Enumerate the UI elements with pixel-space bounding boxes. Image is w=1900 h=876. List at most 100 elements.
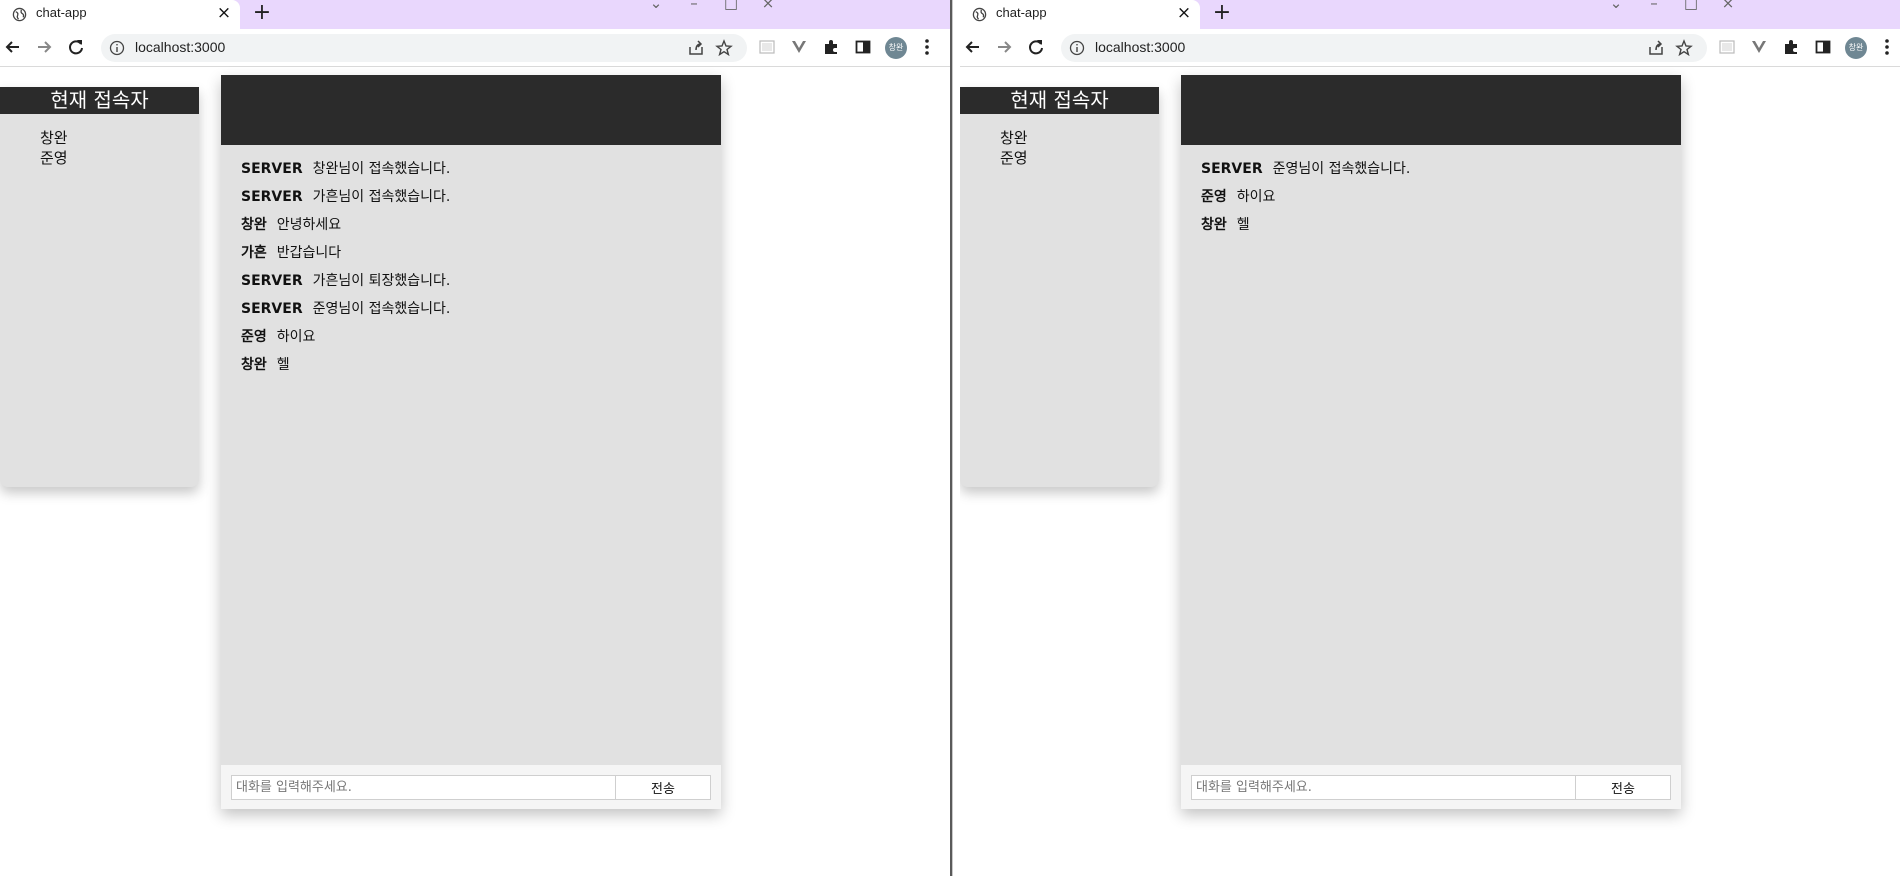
minimize-icon[interactable]: – (684, 0, 704, 12)
chat-panel: SERVER 창완님이 접속했습니다. SERVER 가흔님이 접속했습니다. 창완 안녕… (221, 75, 721, 809)
vue-devtools-icon[interactable] (1750, 38, 1768, 56)
avatar[interactable]: 창완 (1845, 37, 1867, 59)
send-button[interactable]: 전송 (615, 775, 711, 800)
page-content: 현재 접속자 창완 준영 SERVER 창완님이 접속했습니다. SERVER 가흔님이… (0, 67, 950, 876)
star-icon[interactable] (715, 39, 733, 57)
vue-devtools-icon[interactable] (790, 38, 808, 56)
extension-icon[interactable] (758, 38, 776, 56)
menu-icon[interactable] (1882, 37, 1892, 57)
menu-icon[interactable] (922, 37, 932, 57)
minimize-icon[interactable]: – (1644, 0, 1664, 12)
maximize-icon[interactable]: □ (1681, 0, 1701, 12)
users-title: 현재 접속자 (0, 87, 199, 114)
sidepanel-icon[interactable] (854, 38, 872, 56)
window-close-icon[interactable]: × (1718, 0, 1738, 12)
users-list: 창완준영 (0, 114, 199, 168)
browser-window-left: chat-app × + ⌄ – □ × localhost:3000 창완 현… (0, 0, 950, 876)
window-close-icon[interactable]: × (758, 0, 778, 12)
info-icon[interactable] (1069, 40, 1085, 56)
extension-icon[interactable] (1718, 38, 1736, 56)
chevron-down-icon[interactable]: ⌄ (1606, 0, 1626, 12)
message-item: 창완 헬 (1201, 211, 1681, 239)
share-icon[interactable] (1647, 39, 1665, 57)
user-item: 준영 (1000, 149, 1028, 167)
users-panel: 현재 접속자 창완준영 (0, 87, 199, 487)
url-text: localhost:3000 (135, 39, 226, 55)
star-icon[interactable] (1675, 39, 1693, 57)
message-item: 준영 하이요 (1201, 183, 1681, 211)
message-sender: 준영 (241, 329, 267, 345)
share-icon[interactable] (687, 39, 705, 57)
message-item: SERVER 준영님이 접속했습니다. (1201, 155, 1681, 183)
address-bar[interactable]: localhost:3000 (1061, 34, 1707, 62)
sidepanel-icon[interactable] (1814, 38, 1832, 56)
message-sender: SERVER (241, 301, 303, 317)
message-item: SERVER 창완님이 접속했습니다. (241, 155, 721, 183)
message-sender: 창완 (241, 357, 267, 373)
input-bar: 전송 (221, 765, 721, 809)
plus-icon[interactable]: + (252, 1, 272, 25)
message-item: 준영 하이요 (241, 323, 721, 351)
message-text: 준영님이 접속했습니다. (1272, 161, 1411, 177)
user-item: 준영 (40, 149, 68, 167)
back-icon[interactable] (3, 37, 23, 57)
tab-chat-app[interactable]: chat-app × (960, 0, 1200, 29)
message-text: 헬 (1236, 217, 1250, 233)
globe-icon (972, 7, 987, 22)
message-text: 반갑습니다 (276, 245, 342, 261)
users-list: 창완준영 (960, 114, 1159, 168)
message-sender: 가흔 (241, 245, 267, 261)
reload-icon[interactable] (1026, 37, 1046, 57)
browser-window-right: chat-app × + ⌄ – □ × localhost:3000 창완 현… (960, 0, 1900, 876)
info-icon[interactable] (109, 40, 125, 56)
chat-input[interactable] (231, 775, 616, 800)
message-sender: 준영 (1201, 189, 1227, 205)
input-bar: 전송 (1181, 765, 1681, 809)
forward-icon[interactable] (34, 37, 54, 57)
send-button[interactable]: 전송 (1575, 775, 1671, 800)
back-icon[interactable] (963, 37, 983, 57)
forward-icon[interactable] (994, 37, 1014, 57)
reload-icon[interactable] (66, 37, 86, 57)
close-icon[interactable]: × (1175, 3, 1193, 23)
message-item: SERVER 가흔님이 접속했습니다. (241, 183, 721, 211)
tab-title: chat-app (36, 5, 87, 20)
chat-panel: SERVER 준영님이 접속했습니다. 준영 하이요창완 헬 전송 (1181, 75, 1681, 809)
message-sender: SERVER (241, 161, 303, 177)
message-text: 하이요 (1236, 189, 1276, 205)
maximize-icon[interactable]: □ (721, 0, 741, 12)
user-item: 창완 (40, 129, 68, 147)
users-panel: 현재 접속자 창완 준영 (960, 87, 1159, 487)
browser-toolbar: localhost:3000 창완 (960, 29, 1900, 67)
message-text: 창완님이 접속했습니다. (312, 161, 451, 177)
message-text: 하이요 (276, 329, 316, 345)
message-text: 준영님이 접속했습니다. (312, 301, 451, 317)
browser-toolbar: localhost:3000 창완 (0, 29, 950, 67)
window-divider (950, 0, 960, 876)
puzzle-icon[interactable] (822, 38, 840, 56)
tab-chat-app[interactable]: chat-app × (0, 0, 240, 29)
puzzle-icon[interactable] (1782, 38, 1800, 56)
chat-input[interactable] (1191, 775, 1576, 800)
tab-strip: chat-app × + ⌄ – □ × (0, 0, 950, 29)
globe-icon (12, 7, 27, 22)
message-text: 헬 (276, 357, 290, 373)
message-text: 가흔님이 접속했습니다. (312, 189, 451, 205)
url-text: localhost:3000 (1095, 39, 1186, 55)
chevron-down-icon[interactable]: ⌄ (646, 0, 666, 12)
message-sender: SERVER (241, 273, 303, 289)
message-item: 가흔 반갑습니다 (241, 239, 721, 267)
address-bar[interactable]: localhost:3000 (101, 34, 747, 62)
avatar[interactable]: 창완 (885, 37, 907, 59)
message-sender: 창완 (241, 217, 267, 233)
close-icon[interactable]: × (215, 3, 233, 23)
chat-header (1181, 75, 1681, 145)
user-item: 창완 (1000, 129, 1028, 147)
message-item: 창완 헬 (241, 351, 721, 379)
message-item: SERVER 준영님이 접속했습니다. (241, 295, 721, 323)
plus-icon[interactable]: + (1212, 1, 1232, 25)
message-text: 가흔님이 퇴장했습니다. (312, 273, 451, 289)
tab-strip: chat-app × + ⌄ – □ × (960, 0, 1900, 29)
chat-header (221, 75, 721, 145)
message-sender: SERVER (241, 189, 303, 205)
